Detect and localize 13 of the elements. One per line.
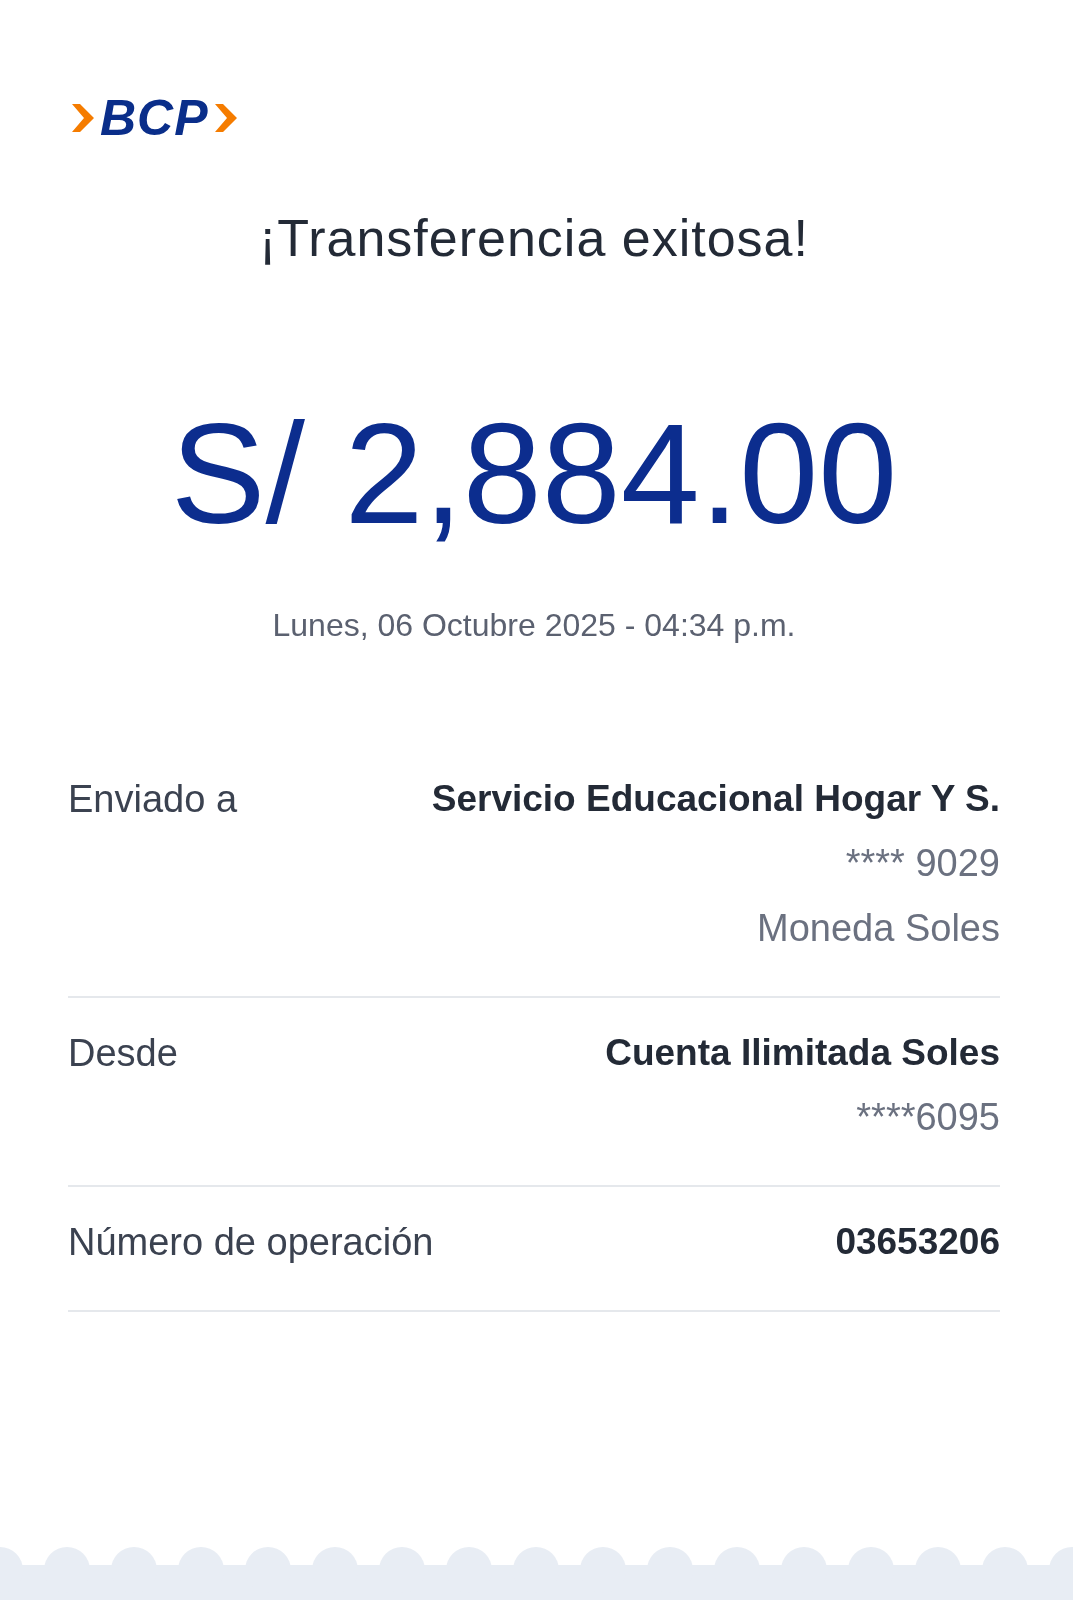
detail-subvalue: **** 9029 xyxy=(845,842,1000,885)
date-time: Lunes, 06 Octubre 2025 - 04:34 p.m. xyxy=(271,607,797,644)
detail-label: Enviado a xyxy=(68,778,237,821)
logo-text: BCP xyxy=(100,89,209,147)
detail-subvalue: ****6095 xyxy=(856,1096,1000,1139)
amount: S/ 2,884.00 xyxy=(169,403,899,545)
detail-label: Número de operación xyxy=(68,1221,434,1264)
detail-value: Servicio Educacional Hogar Y S. xyxy=(431,778,1000,820)
success-title: ¡Transferencia exitosa! xyxy=(258,208,810,268)
detail-label: Desde xyxy=(68,1032,178,1075)
detail-value: 03653206 xyxy=(835,1221,1000,1263)
detail-value: Cuenta Ilimitada Soles xyxy=(605,1032,1000,1074)
detail-subvalue: Moneda Soles xyxy=(757,907,1000,950)
